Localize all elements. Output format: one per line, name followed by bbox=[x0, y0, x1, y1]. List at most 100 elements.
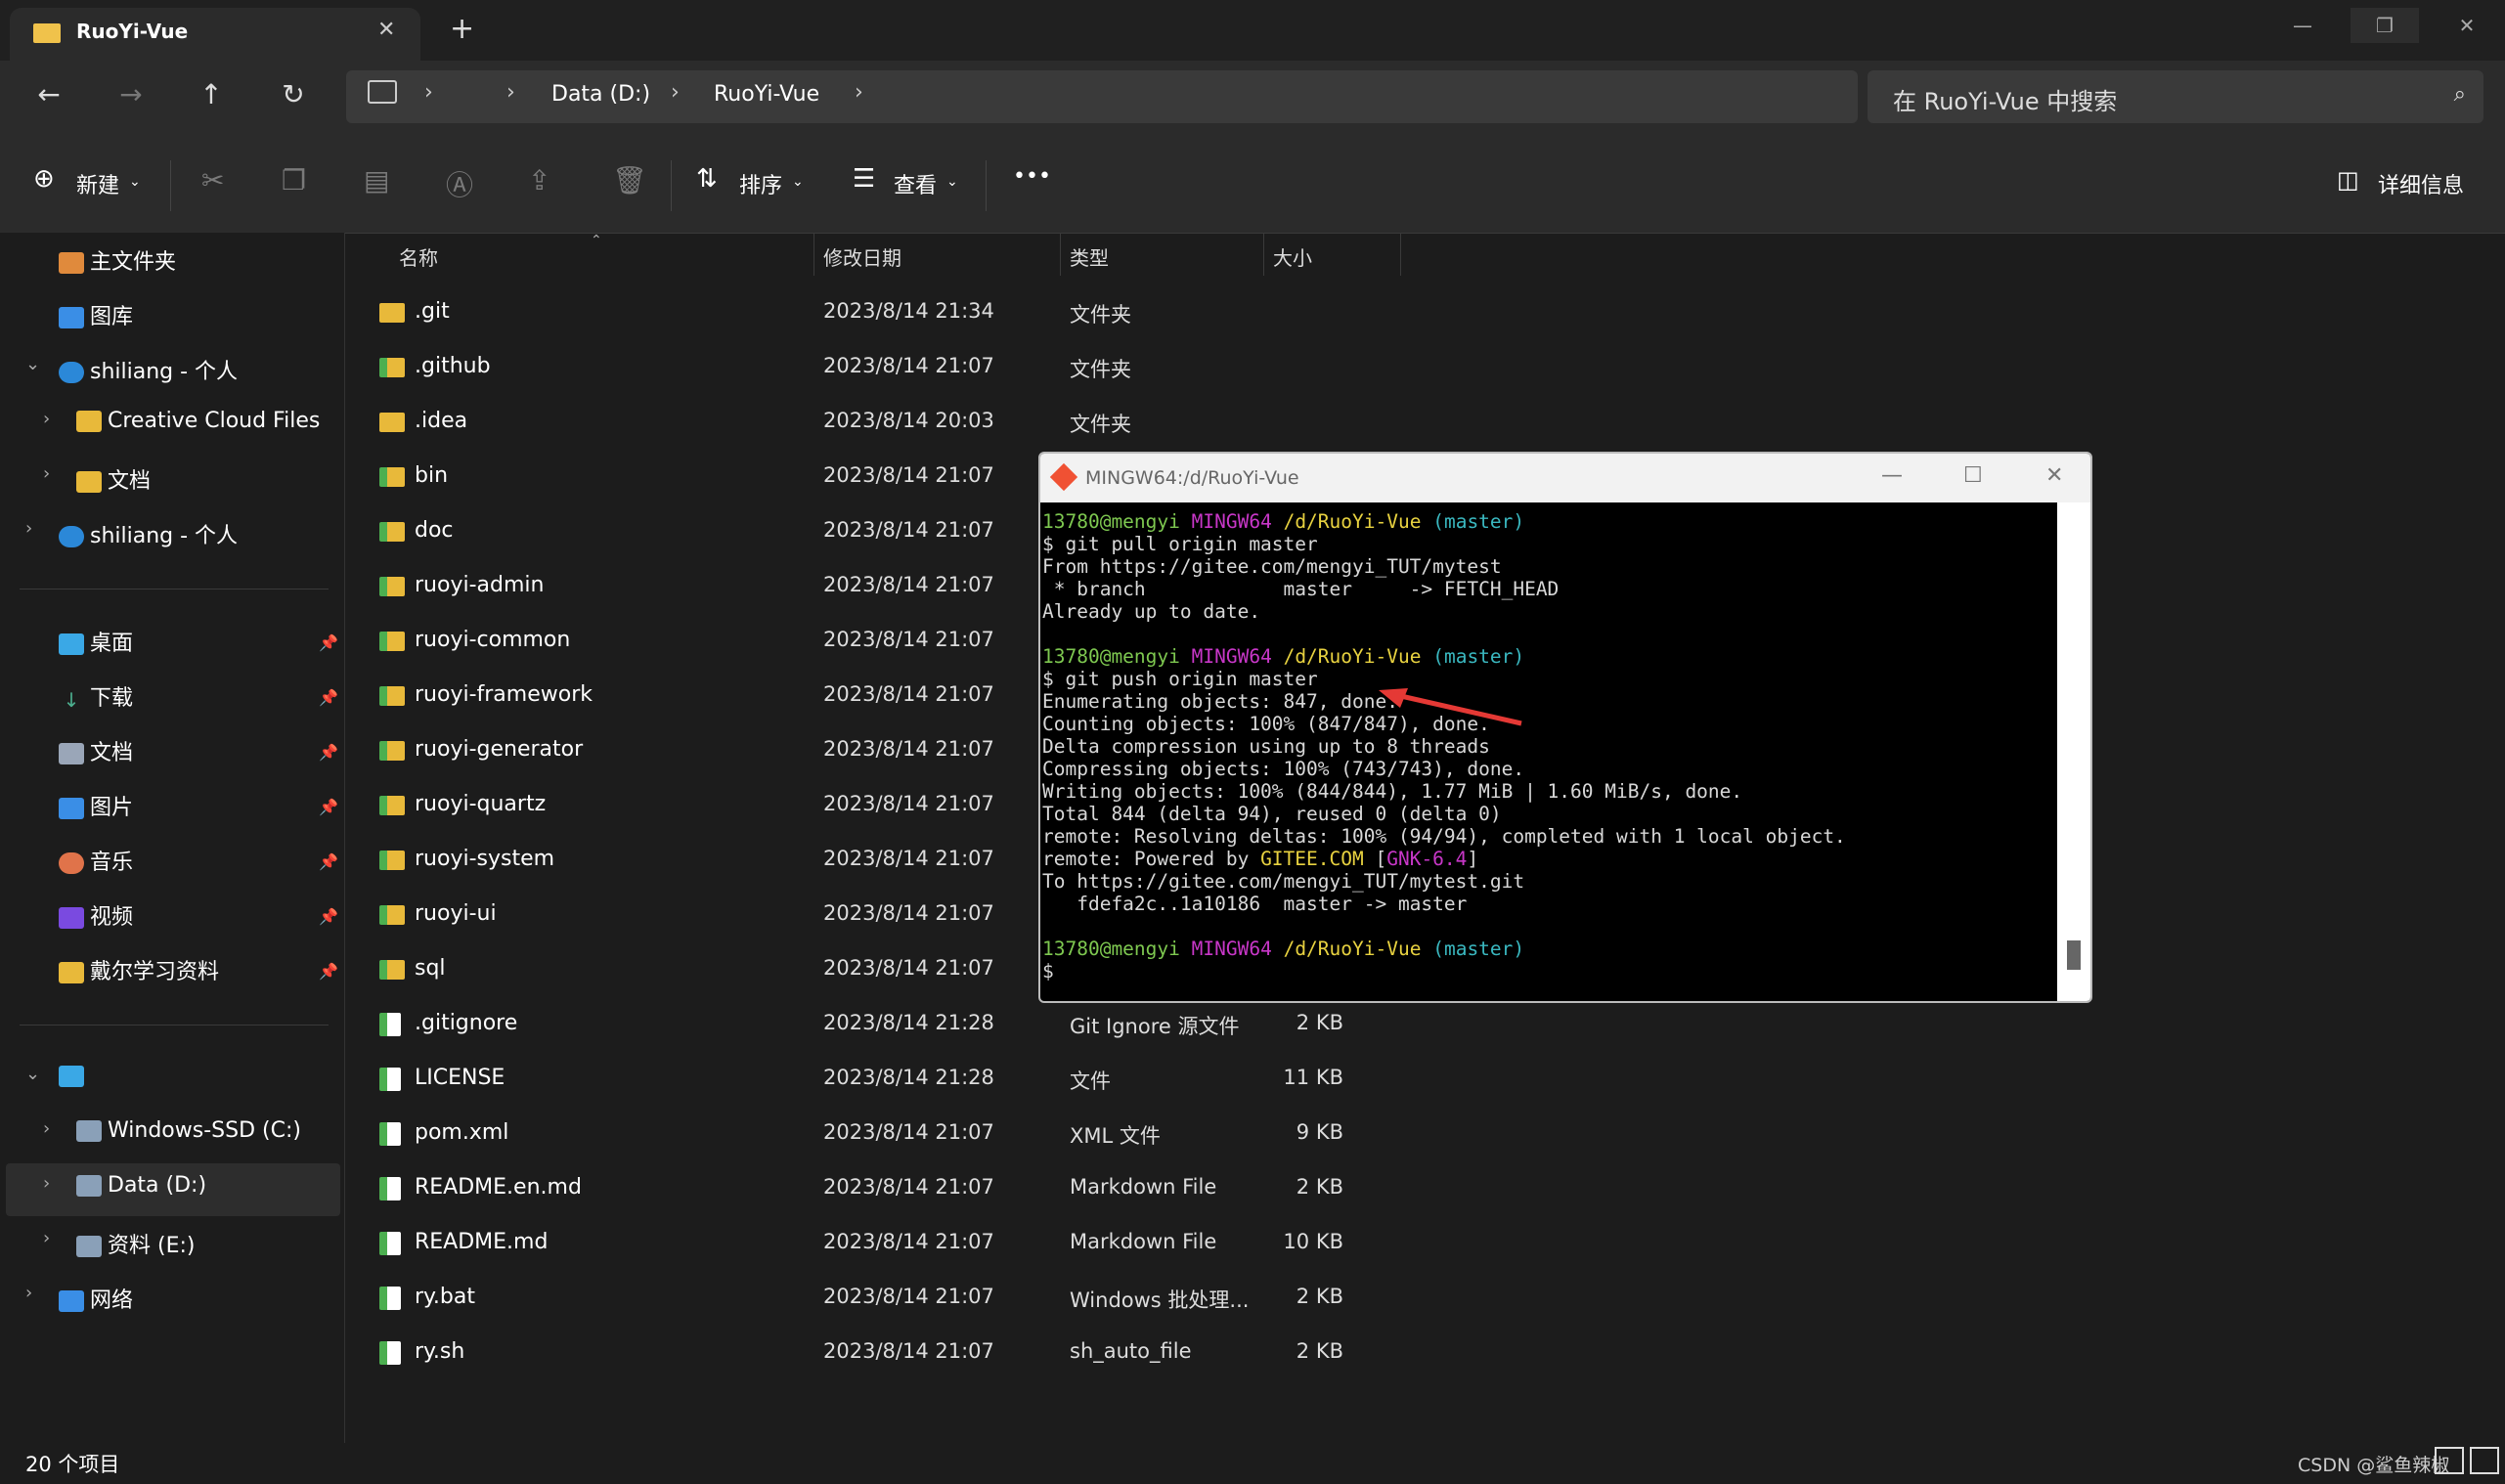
file-row[interactable]: .github 2023/8/14 21:07 文件夹 bbox=[346, 340, 1402, 395]
column-header-name[interactable]: 名称 bbox=[399, 242, 438, 271]
details-view-icon[interactable] bbox=[2435, 1447, 2464, 1474]
paste-icon[interactable]: ▤ bbox=[364, 164, 389, 196]
refresh-icon[interactable]: ↻ bbox=[274, 78, 313, 110]
view-button[interactable]: 查看 bbox=[894, 168, 937, 199]
up-icon[interactable]: ↑ bbox=[192, 78, 231, 110]
sidebar-item-drive-e[interactable]: › 资料 (E:) bbox=[43, 1228, 195, 1267]
column-divider[interactable] bbox=[813, 233, 814, 276]
details-pane-icon[interactable]: ◫ bbox=[2337, 166, 2359, 194]
tiles-view-icon[interactable] bbox=[2470, 1447, 2499, 1474]
sidebar-item-dell-study[interactable]: 戴尔学习资料 bbox=[59, 954, 219, 993]
sort-icon[interactable]: ⇅ bbox=[696, 164, 718, 194]
search-icon[interactable]: ⌕ bbox=[2454, 82, 2466, 107]
chevron-right-icon[interactable]: › bbox=[43, 1173, 50, 1194]
column-header-size[interactable]: 大小 bbox=[1273, 242, 1312, 271]
search-input[interactable]: 在 RuoYi-Vue 中搜索 ⌕ bbox=[1868, 70, 2483, 123]
add-icon[interactable]: ⊕ bbox=[33, 164, 55, 194]
chevron-right-icon[interactable]: › bbox=[25, 518, 32, 539]
address-bar[interactable]: › › Data (D:) › RuoYi-Vue › bbox=[346, 70, 1858, 123]
computer-icon[interactable] bbox=[368, 80, 397, 104]
terminal-scroll-thumb[interactable] bbox=[2067, 940, 2081, 970]
file-row[interactable]: ry.sh 2023/8/14 21:07 sh_auto_file 2 KB bbox=[346, 1326, 1402, 1380]
chevron-right-icon[interactable]: › bbox=[43, 409, 50, 429]
chevron-right-icon[interactable]: › bbox=[855, 80, 863, 105]
sidebar-item-drive-c[interactable]: › Windows-SSD (C:) bbox=[43, 1118, 301, 1157]
chevron-down-icon[interactable]: ⌄ bbox=[25, 1064, 40, 1084]
sidebar-item-this-pc[interactable]: ⌄ bbox=[25, 1064, 90, 1103]
breadcrumb-data-d[interactable]: Data (D:) bbox=[551, 82, 650, 107]
close-tab-icon[interactable]: ✕ bbox=[377, 18, 395, 42]
delete-icon[interactable]: 🗑 bbox=[612, 164, 647, 196]
terminal-maximize-button[interactable]: ☐ bbox=[1963, 463, 1983, 488]
chevron-down-icon[interactable]: ⌄ bbox=[792, 174, 804, 190]
maximize-button[interactable]: ❐ bbox=[2351, 8, 2419, 43]
sidebar-item-documents-cloud[interactable]: › 文档 bbox=[43, 463, 151, 502]
forward-icon[interactable]: → bbox=[111, 78, 151, 110]
pin-icon[interactable]: 📌 bbox=[319, 743, 338, 762]
sidebar-item-documents[interactable]: 文档 bbox=[59, 735, 133, 774]
breadcrumb-ruoyi-vue[interactable]: RuoYi-Vue bbox=[714, 82, 819, 107]
share-icon[interactable]: ⇪ bbox=[528, 164, 550, 196]
sidebar-item-pictures[interactable]: 图片 bbox=[59, 790, 133, 829]
new-tab-button[interactable]: + bbox=[450, 12, 474, 46]
chevron-right-icon[interactable]: › bbox=[43, 463, 50, 484]
file-row[interactable]: pom.xml 2023/8/14 21:07 XML 文件 9 KB bbox=[346, 1107, 1402, 1161]
sidebar-item-creative-cloud[interactable]: › Creative Cloud Files bbox=[43, 409, 320, 448]
chevron-down-icon[interactable]: ⌄ bbox=[25, 354, 40, 374]
chevron-right-icon[interactable]: › bbox=[43, 1228, 50, 1248]
sort-button[interactable]: 排序 bbox=[739, 168, 782, 199]
file-row[interactable]: .idea 2023/8/14 20:03 文件夹 bbox=[346, 395, 1402, 450]
column-header-modified[interactable]: 修改日期 bbox=[823, 242, 901, 271]
terminal-close-button[interactable]: ✕ bbox=[2045, 463, 2063, 488]
pin-icon[interactable]: 📌 bbox=[319, 633, 338, 652]
sidebar-item-downloads[interactable]: ↓ 下载 bbox=[59, 680, 133, 720]
file-row[interactable]: ry.bat 2023/8/14 21:07 Windows 批处理... 2 KB bbox=[346, 1271, 1402, 1326]
pin-icon[interactable]: 📌 bbox=[319, 688, 338, 707]
chevron-right-icon[interactable]: › bbox=[25, 1283, 32, 1303]
chevron-right-icon[interactable]: › bbox=[43, 1118, 50, 1139]
sidebar-item-network[interactable]: › 网络 bbox=[25, 1283, 133, 1322]
new-button[interactable]: 新建 bbox=[76, 168, 119, 199]
sidebar-item-desktop[interactable]: 桌面 bbox=[59, 626, 133, 665]
pin-icon[interactable]: 📌 bbox=[319, 798, 338, 816]
more-options-icon[interactable]: ••• bbox=[1013, 164, 1051, 189]
sidebar-item-music[interactable]: 音乐 bbox=[59, 845, 133, 884]
minimize-button[interactable]: — bbox=[2268, 8, 2337, 43]
terminal-scrollbar[interactable] bbox=[2057, 502, 2090, 1001]
sidebar-item-home[interactable]: 主文件夹 bbox=[59, 244, 176, 284]
chevron-right-icon[interactable]: › bbox=[506, 80, 515, 105]
column-divider[interactable] bbox=[1060, 233, 1061, 276]
file-row[interactable]: README.md 2023/8/14 21:07 Markdown File 10 … bbox=[346, 1216, 1402, 1271]
view-icon[interactable]: ☰ bbox=[853, 164, 875, 194]
terminal-output[interactable]: 13780@mengyi MINGW64 /d/RuoYi-Vue (maste… bbox=[1042, 510, 2059, 999]
file-row[interactable]: .gitignore 2023/8/14 21:28 Git Ignore 源文件 2… bbox=[346, 997, 1402, 1052]
pin-icon[interactable]: 📌 bbox=[319, 907, 338, 926]
sidebar-item-gallery[interactable]: 图库 bbox=[59, 299, 133, 338]
chevron-right-icon[interactable]: › bbox=[424, 80, 433, 105]
sidebar-item-drive-d[interactable]: › Data (D:) bbox=[43, 1173, 206, 1212]
close-window-button[interactable]: ✕ bbox=[2433, 8, 2501, 43]
file-row[interactable]: LICENSE 2023/8/14 21:28 文件 11 KB bbox=[346, 1052, 1402, 1107]
copy-icon[interactable]: ❐ bbox=[282, 164, 306, 196]
chevron-down-icon[interactable]: ⌄ bbox=[946, 174, 958, 190]
details-button[interactable]: 详细信息 bbox=[2378, 168, 2464, 199]
pin-icon[interactable]: 📌 bbox=[319, 962, 338, 981]
column-header-type[interactable]: 类型 bbox=[1070, 242, 1109, 271]
column-divider[interactable] bbox=[1263, 233, 1264, 276]
terminal-minimize-button[interactable]: — bbox=[1881, 463, 1903, 488]
sidebar-item-onedrive-1[interactable]: ⌄ shiliang - 个人 bbox=[25, 354, 238, 393]
back-icon[interactable]: ← bbox=[29, 78, 68, 110]
terminal-title-bar[interactable]: MINGW64:/d/RuoYi-Vue — ☐ ✕ bbox=[1040, 454, 2090, 502]
sidebar-item-videos[interactable]: 视频 bbox=[59, 899, 133, 938]
column-divider[interactable] bbox=[1400, 233, 1401, 276]
sidebar-item-onedrive-2[interactable]: › shiliang - 个人 bbox=[25, 518, 238, 557]
chevron-down-icon[interactable]: ⌄ bbox=[129, 174, 141, 190]
rename-icon[interactable]: Ⓐ bbox=[446, 164, 473, 203]
tab-ruoyi-vue[interactable]: RuoYi-Vue ✕ bbox=[10, 8, 420, 61]
chevron-right-icon[interactable]: › bbox=[671, 80, 680, 105]
file-row[interactable]: README.en.md 2023/8/14 21:07 Markdown File… bbox=[346, 1161, 1402, 1216]
file-row[interactable]: .git 2023/8/14 21:34 文件夹 bbox=[346, 285, 1402, 340]
pin-icon[interactable]: 📌 bbox=[319, 852, 338, 871]
cut-icon[interactable]: ✂ bbox=[201, 164, 224, 196]
git-bash-window[interactable]: MINGW64:/d/RuoYi-Vue — ☐ ✕ 13780@mengyi … bbox=[1038, 452, 2092, 1003]
